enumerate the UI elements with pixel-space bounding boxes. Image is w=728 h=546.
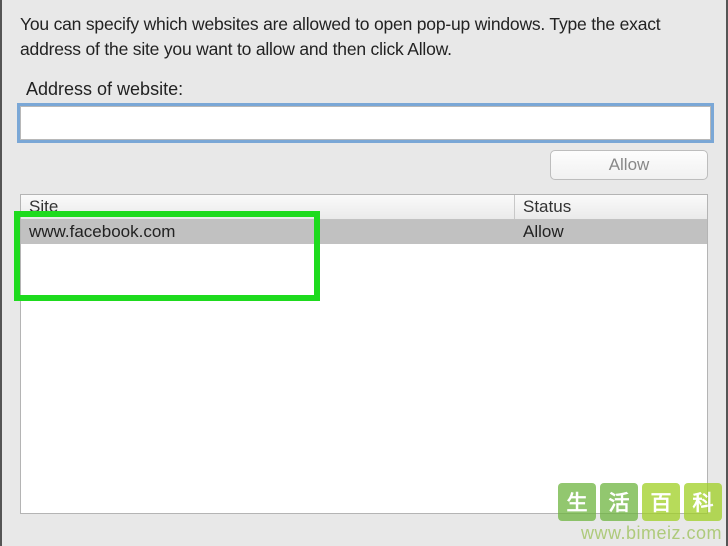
column-header-status[interactable]: Status xyxy=(515,195,707,219)
watermark-url: www.bimeiz.com xyxy=(558,523,722,544)
table-row[interactable]: www.facebook.com Allow xyxy=(21,220,707,244)
cell-status: Allow xyxy=(515,222,707,242)
address-field-label: Address of website: xyxy=(26,79,708,100)
column-header-site[interactable]: Site xyxy=(21,195,515,219)
table-header: Site Status xyxy=(21,195,707,220)
cell-site: www.facebook.com xyxy=(21,222,515,242)
address-input[interactable] xyxy=(20,106,711,140)
allowed-sites-table[interactable]: Site Status www.facebook.com Allow xyxy=(20,194,708,514)
description-text: You can specify which websites are allow… xyxy=(20,12,708,61)
allow-button[interactable]: Allow xyxy=(550,150,708,180)
